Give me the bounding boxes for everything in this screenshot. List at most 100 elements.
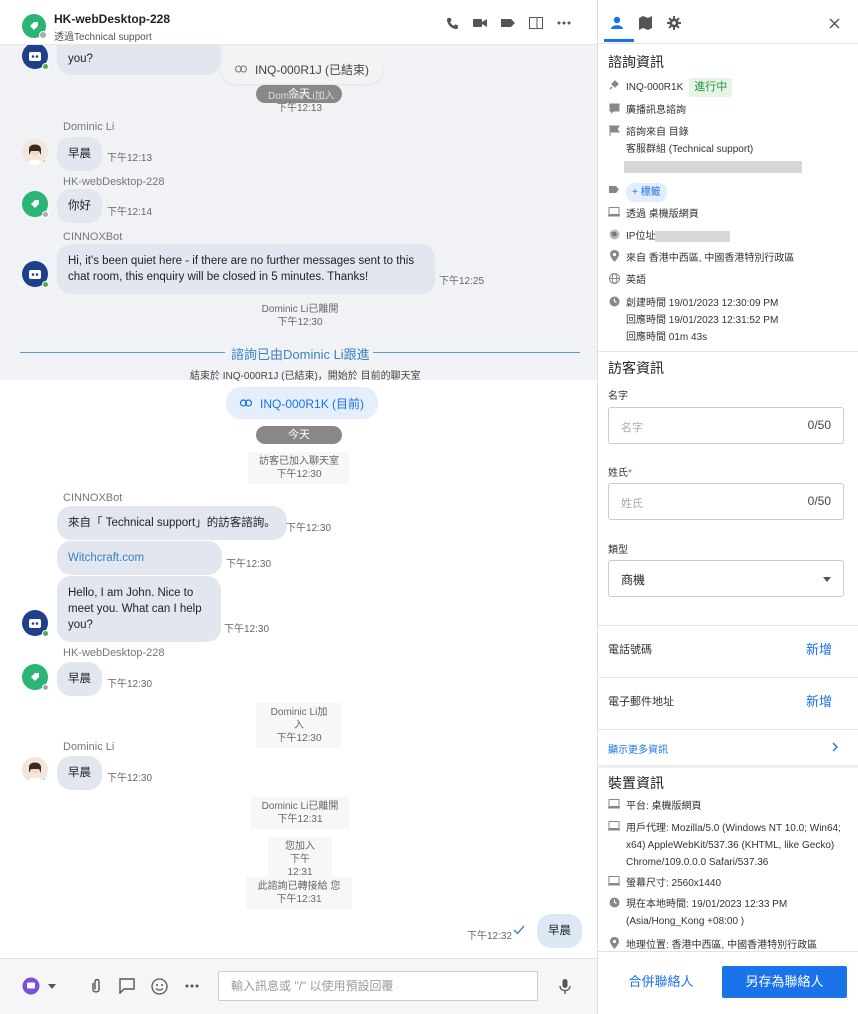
- clock-icon: [608, 896, 620, 908]
- system-message: 您加入 下午12:31: [268, 837, 332, 882]
- info-panel: 諮詢資訊 INQ-000R1K 進行中 廣播訊息諮詢 諮詢來自 目錄 客服群組 (T…: [598, 0, 858, 1014]
- status-badge: 進行中: [689, 78, 733, 97]
- chevron-right-icon[interactable]: [832, 742, 838, 752]
- close-icon[interactable]: [823, 12, 845, 34]
- language-row: 英語: [608, 272, 848, 288]
- char-counter: 0/50: [807, 494, 831, 508]
- divider-line: [373, 352, 580, 353]
- person-icon: [611, 16, 623, 29]
- message-time: 下午12:25: [439, 276, 485, 287]
- message-time: 下午12:30: [107, 773, 153, 784]
- clock-icon: [608, 295, 620, 307]
- visitor-avatar: [22, 191, 49, 218]
- active-tab-indicator: [604, 39, 634, 42]
- sender-name: CINNOXBot: [63, 492, 123, 504]
- canned-response-icon[interactable]: [118, 977, 136, 995]
- message-list[interactable]: you? INQ-000R1J (已結束) 今天 Dominic Li加入 下午…: [0, 45, 597, 958]
- more-icon[interactable]: [183, 977, 201, 995]
- emoji-icon[interactable]: [150, 977, 168, 995]
- save-contact-button[interactable]: 另存為聯絡人: [722, 966, 847, 998]
- video-icon[interactable]: [473, 16, 487, 30]
- microphone-icon[interactable]: [556, 977, 574, 995]
- flag-icon: [608, 124, 620, 136]
- show-more-link[interactable]: 顯示更多資訊: [608, 741, 668, 756]
- add-email-button[interactable]: 新增: [806, 691, 832, 710]
- tab-map[interactable]: [634, 12, 656, 34]
- desktop-icon: [608, 206, 620, 218]
- system-message: 此諮詢已轉接給 您 下午12:31: [246, 877, 352, 909]
- divider: [598, 729, 858, 730]
- app-root: HK-webDesktop-228 透過Technical support yo…: [0, 0, 858, 1014]
- add-tag-button[interactable]: + 標籤: [626, 183, 667, 202]
- robot-icon: [29, 619, 41, 628]
- panel-tabs: [598, 0, 858, 44]
- last-name-field[interactable]: 姓氏 0/50: [608, 483, 844, 520]
- enquiry-source-row: 諮詢來自 目錄 客服群組 (Technical support): [608, 124, 848, 158]
- channel-selector[interactable]: [22, 977, 40, 995]
- previous-enquiry-link[interactable]: INQ-000R1J (已結束): [221, 54, 384, 84]
- type-select[interactable]: 商機: [608, 560, 844, 597]
- email-label: 電子郵件地址: [608, 696, 674, 708]
- my-message-bubble: 早晨: [537, 914, 582, 948]
- sender-name: CINNOXBot: [63, 231, 123, 243]
- sender-name: Dominic Li: [63, 741, 115, 753]
- merge-contact-button[interactable]: 合併聯絡人: [608, 966, 714, 998]
- gear-icon: [667, 16, 681, 30]
- current-enquiry-link[interactable]: INQ-000R1K (目前): [226, 387, 379, 419]
- tag-row: + 標籤: [608, 183, 848, 202]
- label-icon[interactable]: [501, 16, 515, 30]
- robot-icon: [29, 270, 41, 279]
- message-time: 下午12:30: [286, 523, 332, 534]
- type-label: 類型: [608, 545, 628, 556]
- message-input[interactable]: 輸入訊息或 "/" 以使用預設回覆: [218, 971, 538, 1001]
- channel-row: 透過 桌機版網頁: [608, 206, 848, 222]
- split-view-icon[interactable]: [529, 16, 543, 30]
- first-name-field[interactable]: 名字 0/50: [608, 407, 844, 444]
- platform-row: 平台: 桌機版網頁: [608, 798, 848, 814]
- device-section-title: 裝置資訊: [608, 775, 664, 791]
- message-bubble: 早晨: [57, 756, 102, 790]
- chevron-down-icon[interactable]: [46, 977, 58, 995]
- chat-subtitle: 透過Technical support: [54, 32, 152, 43]
- phone-icon[interactable]: [445, 16, 459, 30]
- char-counter: 0/50: [807, 418, 831, 432]
- message-bubble: you?: [57, 45, 221, 75]
- header-actions: [445, 16, 571, 30]
- divider: [598, 765, 858, 768]
- tab-settings[interactable]: [663, 12, 685, 34]
- divider-line: [20, 352, 225, 353]
- system-message: 訪客已加入聊天室 下午12:30: [248, 452, 350, 484]
- sender-name: HK-webDesktop-228: [63, 176, 165, 188]
- attachment-icon[interactable]: [87, 977, 105, 995]
- link-message-bubble[interactable]: Witchcraft.com: [57, 541, 222, 575]
- location-pin-icon: [608, 937, 620, 949]
- tab-visitor[interactable]: [606, 12, 628, 34]
- chat-channel-icon: [22, 977, 40, 995]
- bot-avatar: [22, 45, 49, 70]
- phone-label: 電話號碼: [608, 644, 652, 656]
- add-phone-button[interactable]: 新增: [806, 639, 832, 658]
- user-agent-row: 用戶代理: Mozilla/5.0 (Windows NT 10.0; Win6…: [608, 820, 848, 872]
- message-time: 下午12:32: [467, 931, 513, 942]
- visitor-avatar: [22, 14, 47, 39]
- message-time: 下午12:13: [107, 153, 153, 164]
- agent-avatar: [22, 757, 48, 783]
- system-message: Dominic Li已離開 下午12:30: [250, 300, 350, 332]
- check-icon: [513, 925, 525, 935]
- tag-icon: [31, 200, 39, 208]
- message-bubble: 早晨: [57, 137, 102, 171]
- panel-body[interactable]: 諮詢資訊 INQ-000R1K 進行中 廣播訊息諮詢 諮詢來自 目錄 客服群組 (T…: [598, 44, 858, 951]
- time-row: 創建時間 19/01/2023 12:30:09 PM 回應時間 19/01/20…: [608, 295, 848, 347]
- sender-name: Dominic Li: [63, 121, 115, 133]
- bot-avatar: [22, 610, 49, 637]
- message-bubble: 早晨: [57, 662, 102, 696]
- system-message: Dominic Li加入 下午12:30: [256, 703, 342, 748]
- message-bubble: Hi, it's been quiet here - if there are …: [57, 244, 435, 294]
- divider: [598, 625, 858, 626]
- tag-icon: [31, 673, 39, 681]
- pin-icon: [608, 78, 620, 90]
- panel-footer: 合併聯絡人 另存為聯絡人: [598, 951, 858, 1014]
- more-icon[interactable]: [557, 16, 571, 30]
- language-icon: [608, 272, 620, 284]
- chat-area: HK-webDesktop-228 透過Technical support yo…: [0, 0, 598, 1014]
